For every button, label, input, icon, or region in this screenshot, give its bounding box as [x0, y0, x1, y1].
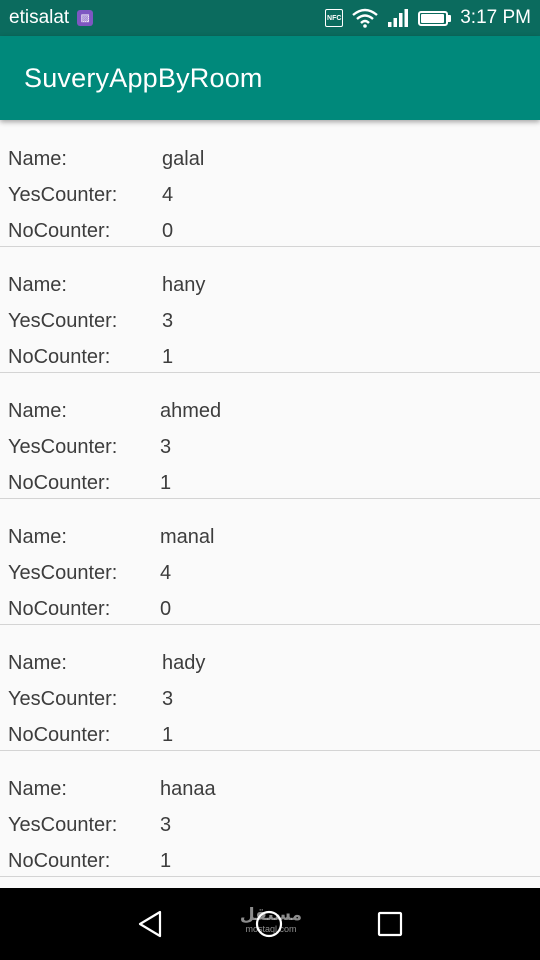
- record-row-yes: YesCounter: 3: [0, 303, 540, 339]
- record-row-name: Name: hanaa: [0, 771, 540, 807]
- carrier-name: etisalat: [9, 7, 70, 28]
- record-value-yes: 4: [160, 561, 172, 584]
- record-label-yes: YesCounter:: [8, 561, 118, 584]
- status-bar: etisalat ▨ NFC 3:17 PM: [0, 0, 540, 36]
- record-row-no: NoCounter: 1: [0, 717, 540, 753]
- app-title: SuveryAppByRoom: [24, 62, 263, 93]
- record-label-no: NoCounter:: [8, 345, 111, 368]
- record-label-yes: YesCounter:: [8, 813, 118, 836]
- record-label-no: NoCounter:: [8, 723, 111, 746]
- record-row-no: NoCounter: 0: [0, 591, 540, 627]
- record-value-name: galal: [162, 147, 205, 170]
- survey-record[interactable]: Name: hady YesCounter: 3 NoCounter: 1: [0, 625, 540, 751]
- record-label-name: Name:: [8, 651, 67, 674]
- record-label-name: Name:: [8, 399, 67, 422]
- recents-button[interactable]: [364, 898, 416, 950]
- record-row-name: Name: galal: [0, 141, 540, 177]
- record-label-name: Name:: [8, 273, 67, 296]
- watermark: مستقل mostaql.com: [236, 906, 306, 934]
- record-value-no: 1: [160, 471, 172, 494]
- record-label-name: Name:: [8, 525, 67, 548]
- record-value-name: hady: [162, 651, 206, 674]
- record-row-no: NoCounter: 1: [0, 843, 540, 879]
- survey-record[interactable]: Name: galal YesCounter: 4 NoCounter: 0: [0, 121, 540, 247]
- record-value-yes: 3: [160, 813, 172, 836]
- record-value-yes: 4: [162, 183, 174, 206]
- record-value-name: hany: [162, 273, 206, 296]
- record-value-name: ahmed: [160, 399, 222, 422]
- record-row-yes: YesCounter: 3: [0, 681, 540, 717]
- record-value-no: 0: [160, 597, 172, 620]
- record-label-no: NoCounter:: [8, 219, 111, 242]
- app-toolbar: SuveryAppByRoom: [0, 36, 540, 120]
- watermark-logo-text: مستقل: [239, 905, 303, 925]
- record-value-name: manal: [160, 525, 215, 548]
- record-label-name: Name:: [8, 147, 67, 170]
- record-label-yes: YesCounter:: [8, 183, 118, 206]
- record-row-no: NoCounter: 0: [0, 213, 540, 249]
- record-value-yes: 3: [160, 435, 172, 458]
- record-value-no: 1: [160, 849, 172, 872]
- signal-strength-icon: [388, 9, 409, 27]
- watermark-url: mostaql.com: [245, 924, 297, 934]
- back-button[interactable]: [124, 898, 176, 950]
- record-row-yes: YesCounter: 4: [0, 177, 540, 213]
- survey-results-list[interactable]: Name: galal YesCounter: 4 NoCounter: 0 Name: ha…: [0, 121, 540, 888]
- record-row-yes: YesCounter: 3: [0, 807, 540, 843]
- record-value-yes: 3: [162, 687, 174, 710]
- gallery-notification-icon: ▨: [77, 10, 94, 26]
- battery-icon: [418, 10, 452, 26]
- record-row-name: Name: ahmed: [0, 393, 540, 429]
- survey-record[interactable]: Name: hanaa YesCounter: 3 NoCounter: 1: [0, 751, 540, 877]
- record-row-no: NoCounter: 1: [0, 339, 540, 375]
- record-row-no: NoCounter: 1: [0, 465, 540, 501]
- record-label-no: NoCounter:: [8, 471, 111, 494]
- record-row-name: Name: hady: [0, 645, 540, 681]
- record-row-yes: YesCounter: 4: [0, 555, 540, 591]
- survey-record[interactable]: Name: ahmed YesCounter: 3 NoCounter: 1: [0, 373, 540, 499]
- nfc-icon: NFC: [325, 9, 344, 27]
- record-row-name: Name: manal: [0, 519, 540, 555]
- survey-record[interactable]: Name: manal YesCounter: 4 NoCounter: 0: [0, 499, 540, 625]
- record-value-no: 0: [162, 219, 174, 242]
- record-value-yes: 3: [162, 309, 174, 332]
- back-triangle-icon: [138, 910, 162, 938]
- record-label-yes: YesCounter:: [8, 435, 118, 458]
- recents-square-icon: [377, 911, 403, 937]
- record-row-yes: YesCounter: 3: [0, 429, 540, 465]
- record-value-no: 1: [162, 345, 174, 368]
- record-row-name: Name: hany: [0, 267, 540, 303]
- record-label-no: NoCounter:: [8, 849, 111, 872]
- status-time: 3:17 PM: [460, 7, 531, 28]
- record-value-no: 1: [162, 723, 174, 746]
- record-value-name: hanaa: [160, 777, 216, 800]
- survey-record[interactable]: Name: hany YesCounter: 3 NoCounter: 1: [0, 247, 540, 373]
- wifi-icon: [352, 8, 379, 28]
- record-label-yes: YesCounter:: [8, 687, 118, 710]
- record-label-no: NoCounter:: [8, 597, 111, 620]
- record-label-name: Name:: [8, 777, 67, 800]
- record-label-yes: YesCounter:: [8, 309, 118, 332]
